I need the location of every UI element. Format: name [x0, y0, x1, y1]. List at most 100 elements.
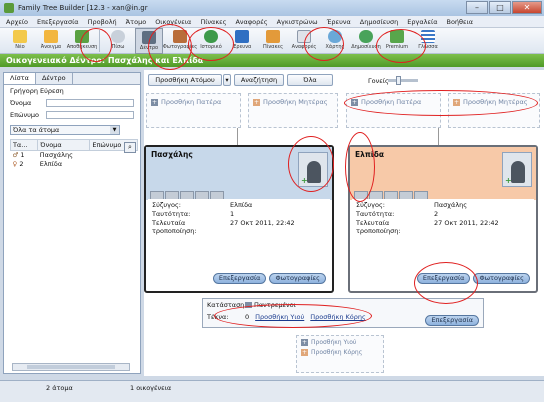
maximize-button[interactable]: □ [489, 1, 511, 14]
toolbar-separator [99, 30, 100, 52]
menu-research[interactable]: Έρευνα [327, 18, 351, 26]
row-name: Ελπίδα [39, 160, 63, 168]
first-name-input[interactable] [46, 99, 134, 107]
search-icon[interactable]: ⌕ [124, 142, 136, 153]
connector-line [438, 128, 439, 145]
menu-edit[interactable]: Επεξεργασία [37, 18, 79, 26]
add-daughter-option[interactable]: + Προσθήκη Κόρης [301, 349, 383, 356]
quick-search-label: Γρήγορη Εύρεση [10, 87, 64, 95]
add-father-left-box[interactable]: + Προσθήκη Πατέρα [146, 93, 241, 128]
plus-icon: + [351, 98, 358, 106]
all-button[interactable]: Όλα [287, 74, 333, 86]
tables-icon [266, 30, 280, 43]
menu-family[interactable]: Οικογένεια [155, 18, 191, 26]
add-daughter-link[interactable]: Προσθήκη Κόρης [310, 313, 366, 321]
wife-photo[interactable]: + [502, 152, 532, 187]
last-name-input[interactable] [46, 111, 134, 119]
connector-line [237, 128, 238, 145]
wife-photos-button[interactable]: Φωτογραφίες [473, 273, 530, 284]
language-button[interactable]: Γλώσσα [414, 28, 442, 54]
wife-edit-button[interactable]: Επεξεργασία [416, 273, 471, 284]
save-icon [75, 30, 89, 43]
add-daughter-label: Προσθήκη Κόρης [311, 349, 363, 356]
add-father-left-label: Προσθήκη Πατέρα [161, 98, 222, 106]
premium-button[interactable]: Premium [383, 28, 411, 54]
research-icon [235, 30, 249, 43]
marriage-icon [245, 302, 252, 308]
tree-view-button[interactable]: Δέντρο [135, 28, 163, 54]
column-number[interactable]: Τα... [9, 139, 39, 151]
back-button[interactable]: Πίσω [104, 28, 132, 54]
history-icon [204, 30, 218, 43]
menu-reports[interactable]: Αναφορές [235, 18, 267, 26]
add-mother-right-label: Προσθήκη Μητέρας [463, 98, 528, 106]
add-father-right-box[interactable]: + Προσθήκη Πατέρα [346, 93, 441, 128]
publish-button[interactable]: Δημοσίευση [351, 28, 381, 54]
female-person-icon: ♀ [12, 160, 18, 168]
search-button[interactable]: Αναζήτηση [234, 74, 284, 86]
new-button[interactable]: Νέο [6, 28, 34, 54]
table-row[interactable]: ♂ 1 Πασχάλης [11, 151, 138, 160]
plus-icon: + [151, 98, 158, 106]
map-button[interactable]: Χάρτης [321, 28, 349, 54]
wife-details: Σύζυγος: Πασχάλης Ταυτότητα: 2 Τελευταία τ… [352, 199, 534, 289]
menu-tools[interactable]: Εργαλεία [407, 18, 437, 26]
menu-person[interactable]: Άτομο [126, 18, 147, 26]
reports-button[interactable]: Αναφορές [290, 28, 318, 54]
add-mother-right-box[interactable]: + Προσθήκη Μητέρας [448, 93, 540, 128]
back-arrow-icon [111, 30, 125, 43]
table-row[interactable]: ♀ 2 Ελπίδα [11, 160, 138, 169]
photos-button[interactable]: Φωτογραφίες [163, 28, 197, 54]
row-number: 1 [20, 151, 25, 160]
plus-icon: + [301, 349, 308, 356]
left-tabs: Λίστα Δέντρο [4, 73, 140, 85]
add-son-link[interactable]: Προσθήκη Υιού [255, 313, 304, 321]
close-button[interactable]: ✕ [512, 1, 542, 14]
family-count: 1 οικογένεια [130, 384, 172, 392]
open-button[interactable]: Άνοιγμα [37, 28, 65, 54]
research-button[interactable]: Έρευνα [228, 28, 256, 54]
people-list-panel: Λίστα Δέντρο Γρήγορη Εύρεση Όνομα Επώνυμ… [3, 72, 141, 374]
tab-tree[interactable]: Δέντρο [36, 73, 73, 84]
column-name[interactable]: Όνομα [37, 139, 91, 151]
menu-bar: Αρχείο Επεξεργασία Προβολή Άτομο Οικογέν… [0, 16, 544, 28]
husband-card[interactable]: Πασχάλης + Σύζυγος: Ελπίδα Ταυτότητα: 1 Τε… [144, 145, 334, 293]
tab-list[interactable]: Λίστα [4, 73, 36, 84]
menu-view[interactable]: Προβολή [88, 18, 117, 26]
add-son-option[interactable]: + Προσθήκη Υιού [301, 339, 383, 346]
chevron-down-icon: ▼ [110, 126, 119, 134]
family-edit-button[interactable]: Επεξεργασία [425, 315, 479, 326]
people-filter-select[interactable]: Όλα τα άτομα ▼ [10, 125, 120, 135]
scrollbar-thumb[interactable] [27, 365, 115, 369]
title-bar: Family Tree Builder [12.3 - xan@in.gr – … [0, 0, 544, 16]
menu-publish[interactable]: Δημοσίευση [360, 18, 399, 26]
row-surname [90, 160, 138, 169]
menu-tables[interactable]: Πίνακες [200, 18, 226, 26]
add-person-button[interactable]: Προσθήκη Ατόμου [148, 74, 222, 86]
menu-help[interactable]: Βοήθεια [446, 18, 473, 26]
people-table: Τα... Όνομα Επώνυμο ♂ 1 Πασχάλης ♀ 2 Ελπ… [9, 139, 138, 169]
spouse-value: Πασχάλης [434, 201, 468, 209]
husband-photos-button[interactable]: Φωτογραφίες [269, 273, 326, 284]
horizontal-scrollbar[interactable] [12, 363, 130, 371]
chevron-down-icon[interactable]: ▾ [223, 74, 231, 86]
tables-button[interactable]: Πίνακες [259, 28, 287, 54]
husband-edit-button[interactable]: Επεξεργασία [212, 273, 267, 284]
husband-photo[interactable]: + [298, 152, 328, 187]
menu-file[interactable]: Αρχείο [6, 18, 28, 26]
people-count: 2 άτομα [46, 384, 73, 392]
status-label: Κατάσταση: [207, 301, 247, 309]
minimize-button[interactable]: – [466, 1, 488, 14]
wife-card[interactable]: Ελπίδα + Σύζυγος: Πασχάλης Ταυτότητα: 2 Τε… [348, 145, 538, 293]
modified-value: 27 Οκτ 2011, 22:42 [434, 219, 499, 227]
zoom-slider[interactable] [388, 76, 418, 85]
menu-hook[interactable]: Αγκιστρώνω [277, 18, 318, 26]
modified-label: Τελευταία τροποποίηση: [152, 219, 197, 235]
history-button[interactable]: Ιστορικό [197, 28, 225, 54]
add-photo-icon: + [505, 176, 512, 185]
add-mother-left-box[interactable]: + Προσθήκη Μητέρας [248, 93, 338, 128]
children-count: 0 [245, 313, 250, 321]
zoom-slider-knob[interactable] [396, 76, 401, 85]
save-button[interactable]: Αποθήκευση [67, 28, 97, 54]
modified-value: 27 Οκτ 2011, 22:42 [230, 219, 295, 227]
